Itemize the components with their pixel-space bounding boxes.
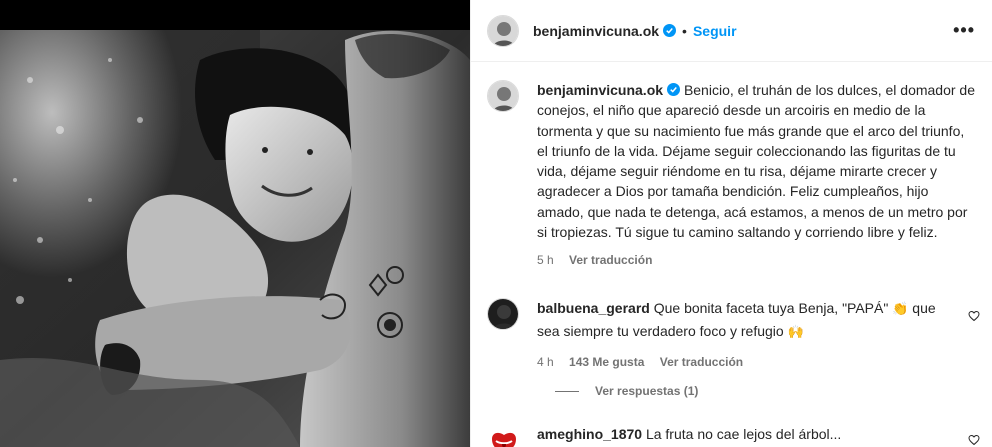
comment-text: Que bonita faceta tuya Benja, "PAPÁ" [653,300,889,316]
post-header: benjaminvicuna.ok • Seguir ••• [471,0,992,62]
comment-likes[interactable]: 143 Me gusta [569,355,644,369]
post-photo[interactable] [0,0,470,447]
post-caption: benjaminvicuna.ok Benicio, el truhán de … [487,80,977,271]
post-photo-image [0,0,470,447]
follow-button[interactable]: Seguir [693,23,737,39]
comment-avatar[interactable] [487,298,519,330]
comment-item: balbuena_gerard Que bonita faceta tuya B… [487,298,977,373]
comment-avatar[interactable] [487,424,519,447]
clapping-hands-emoji: 👏 [892,302,909,317]
caption-translate-link[interactable]: Ver traducción [569,253,652,267]
caption-meta: 5 h Ver traducción [537,250,977,270]
avatar-image [488,15,518,46]
raised-hands-emoji: 🙌 [787,324,804,340]
comment-username[interactable]: balbuena_gerard [537,300,650,316]
caption-avatar-image [488,81,518,111]
comment-text: La fruta no cae lejos del árbol... [645,426,842,442]
comment-like-heart-icon[interactable] [968,434,980,446]
replies-divider [555,390,579,392]
comment-time[interactable]: 4 h [537,355,554,369]
more-options-icon[interactable]: ••• [953,20,975,41]
caption-username[interactable]: benjaminvicuna.ok [537,82,663,98]
verified-badge-icon [663,24,677,37]
rolling-stones-logo-icon [488,425,518,447]
view-replies-button[interactable]: Ver respuestas (1) [555,384,698,398]
comment-item: ameghino_1870 La fruta no cae lejos del … [487,424,977,447]
caption-avatar[interactable] [487,80,519,112]
caption-text: Benicio, el truhán de los dulces, el dom… [537,82,976,241]
header-separator: • [682,22,687,39]
comment-translate-link[interactable]: Ver traducción [660,355,743,369]
header-username[interactable]: benjaminvicuna.ok [533,23,659,39]
comment-username[interactable]: ameghino_1870 [537,426,642,442]
comment-avatar-image [488,299,518,329]
caption-time[interactable]: 5 h [537,253,554,267]
view-replies-label[interactable]: Ver respuestas (1) [595,384,698,398]
avatar[interactable] [487,14,519,47]
caption-verified-icon [667,83,681,96]
comment-like-heart-icon[interactable] [968,310,980,322]
comment-meta: 4 h 143 Me gusta Ver traducción [537,352,957,373]
post-panel: benjaminvicuna.ok • Seguir ••• benjaminv… [470,0,992,447]
